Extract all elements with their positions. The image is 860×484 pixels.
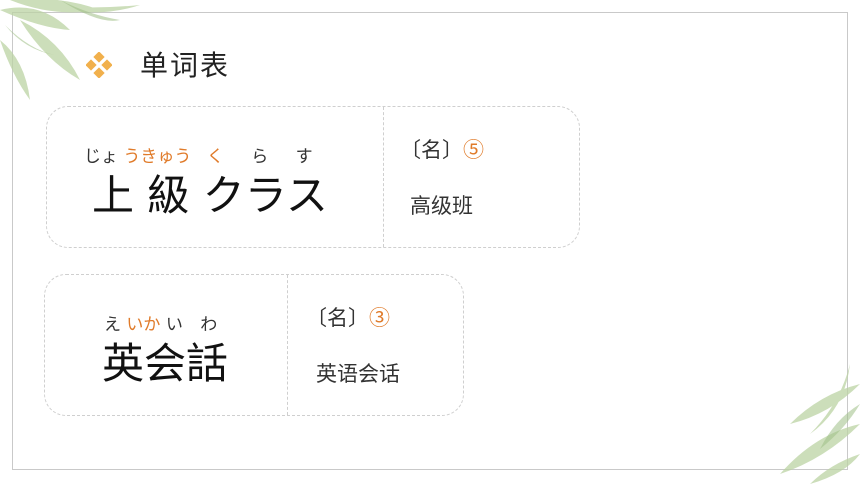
bamboo-leaves-decoration-bottom xyxy=(780,364,860,484)
part-of-speech-label: 〔名〕 xyxy=(400,138,463,162)
bamboo-leaves-decoration xyxy=(0,0,140,100)
part-of-speech: 〔名〕③ xyxy=(306,302,390,332)
accent-number: ③ xyxy=(369,306,390,330)
card-divider xyxy=(287,275,288,415)
page-title: 单词表 xyxy=(140,49,231,82)
vocab-word: 上 級 クラス xyxy=(92,171,328,220)
vocab-meaning: 高级班 xyxy=(410,194,473,218)
vocab-word: 英会話 xyxy=(102,339,229,388)
part-of-speech-label: 〔名〕 xyxy=(306,306,369,330)
vocab-meaning: 英语会话 xyxy=(316,362,400,386)
card-divider xyxy=(383,107,384,247)
part-of-speech: 〔名〕⑤ xyxy=(400,134,484,164)
accent-number: ⑤ xyxy=(463,138,484,162)
diamond-cluster-icon xyxy=(86,52,112,78)
